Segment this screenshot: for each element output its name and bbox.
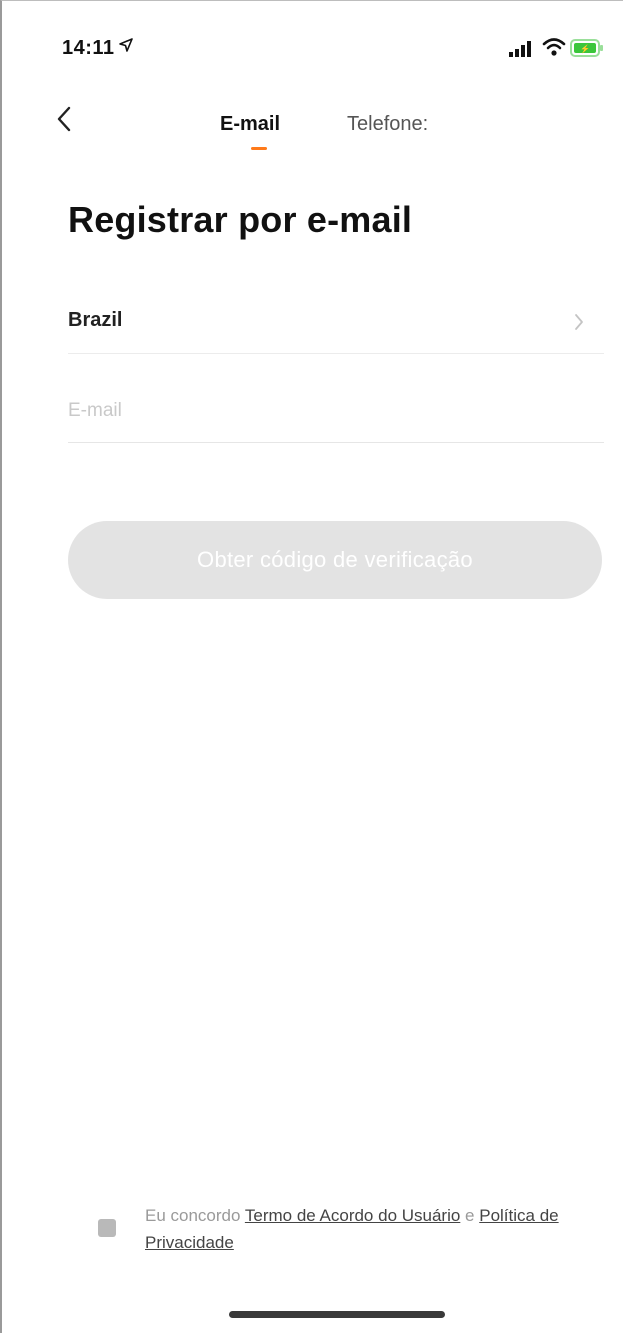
status-bar: 14:11 ⚡: [2, 1, 623, 81]
get-verification-code-button[interactable]: Obter código de verificação: [68, 521, 602, 599]
agreement-text: Eu concordo Termo de Acordo do Usuário e…: [145, 1202, 595, 1256]
email-field[interactable]: [68, 379, 604, 443]
svg-text:⚡: ⚡: [580, 44, 590, 54]
phone-screen: 14:11 ⚡ E-mail Telefone: Registrar por e…: [0, 0, 623, 1333]
wifi-icon: [542, 37, 566, 62]
status-time: 14:11: [62, 37, 115, 59]
terms-link[interactable]: Termo de Acordo do Usuário: [245, 1206, 460, 1225]
top-navigation: E-mail Telefone:: [2, 91, 623, 161]
chevron-right-icon: [574, 313, 584, 336]
back-button[interactable]: [46, 101, 82, 141]
home-indicator: [229, 1311, 445, 1318]
tab-email[interactable]: E-mail: [220, 113, 280, 136]
signal-icon: [509, 41, 535, 62]
agree-checkbox[interactable]: [98, 1219, 116, 1237]
chevron-left-icon: [56, 106, 72, 137]
location-arrow-icon: [119, 38, 133, 57]
country-selector[interactable]: Brazil: [68, 291, 604, 354]
battery-icon: ⚡: [570, 39, 604, 62]
tab-phone[interactable]: Telefone:: [347, 113, 428, 136]
page-title: Registrar por e-mail: [68, 199, 413, 240]
country-value: Brazil: [68, 309, 123, 331]
active-tab-indicator: [251, 147, 267, 150]
agreement-conjunction: e: [460, 1206, 480, 1225]
agreement-prefix: Eu concordo: [145, 1206, 245, 1225]
